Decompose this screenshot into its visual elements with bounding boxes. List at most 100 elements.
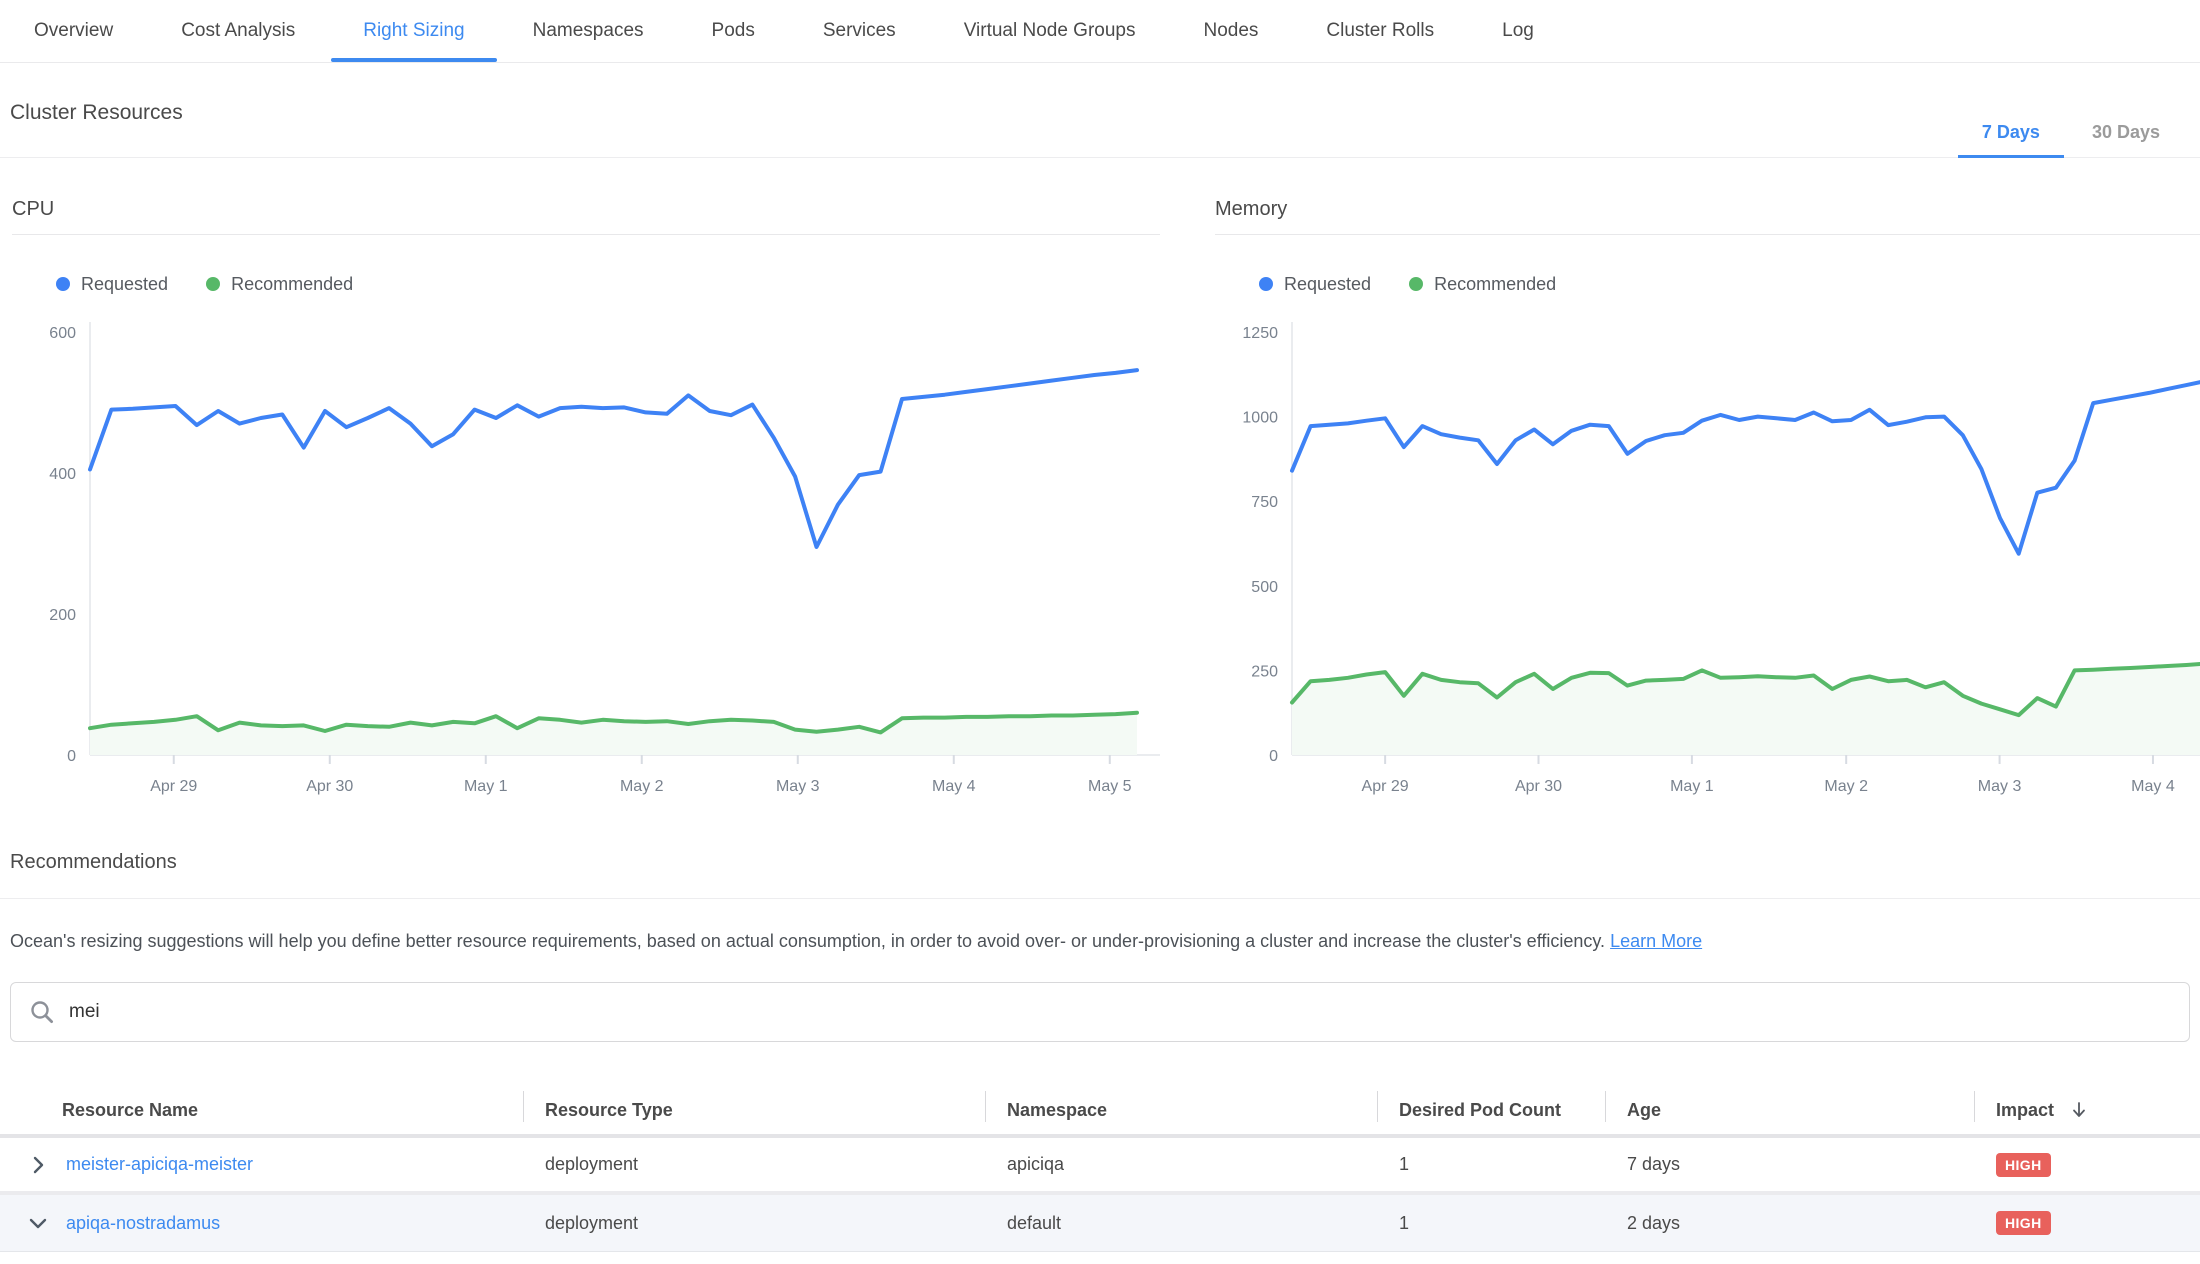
tab-overview[interactable]: Overview (0, 0, 147, 62)
col-header-age[interactable]: Age (1605, 1086, 1974, 1134)
svg-text:0: 0 (67, 748, 76, 765)
resource-type-cell: deployment (523, 1154, 985, 1175)
tab-cluster-rolls[interactable]: Cluster Rolls (1292, 0, 1468, 62)
age-cell: 7 days (1605, 1154, 1974, 1175)
tab-label: Overview (34, 20, 113, 42)
col-header-desired-pod-count[interactable]: Desired Pod Count (1377, 1086, 1605, 1134)
col-header-resource-type[interactable]: Resource Type (523, 1086, 985, 1134)
col-header-impact[interactable]: Impact (1974, 1086, 2200, 1134)
recommendations-table: Resource Name Resource Type Namespace De… (0, 1086, 2200, 1252)
learn-more-link[interactable]: Learn More (1610, 931, 1702, 951)
cpu-chart-panel: CPU Requested Recommended 0 200 400 600 Apr … (12, 198, 1160, 799)
memory-chart-panel: Memory Requested Recommended 02505007501… (1215, 198, 2200, 799)
resource-name-link[interactable]: meister-apiciqa-meister (66, 1154, 253, 1175)
description-text: Ocean's resizing suggestions will help y… (10, 931, 1605, 951)
legend-label: Recommended (1434, 274, 1556, 295)
svg-text:May 1: May 1 (1670, 778, 1714, 795)
cpu-chart-legend: Requested Recommended (56, 273, 1160, 295)
recommended-dot-icon (1409, 277, 1423, 291)
table-row[interactable]: meister-apiciqa-meister deployment apici… (0, 1138, 2200, 1195)
tab-log[interactable]: Log (1468, 0, 1568, 62)
desired-pod-count-cell: 1 (1377, 1213, 1605, 1234)
tab-virtual-node-groups[interactable]: Virtual Node Groups (930, 0, 1170, 62)
tab-right-sizing[interactable]: Right Sizing (329, 0, 498, 62)
svg-text:600: 600 (49, 325, 76, 342)
resource-name-link[interactable]: apiqa-nostradamus (66, 1213, 220, 1234)
svg-text:400: 400 (49, 466, 76, 483)
chevron-right-icon[interactable] (26, 1153, 50, 1177)
namespace-cell: default (985, 1213, 1377, 1234)
memory-chart-title: Memory (1215, 198, 2200, 235)
tab-nodes[interactable]: Nodes (1170, 0, 1293, 62)
legend-label: Requested (1284, 274, 1371, 295)
search-input[interactable] (69, 1001, 2171, 1023)
resource-type-cell: deployment (523, 1213, 985, 1234)
col-label: Resource Type (545, 1100, 673, 1121)
svg-text:1000: 1000 (1242, 410, 1278, 427)
legend-item-recommended[interactable]: Recommended (1409, 274, 1556, 295)
cluster-resources-title: Cluster Resources (10, 101, 183, 157)
desired-pod-count-cell: 1 (1377, 1154, 1605, 1175)
cpu-line-chart: 0200400600Apr 29Apr 30May 1May 2May 3May… (12, 307, 1160, 799)
tab-services[interactable]: Services (789, 0, 930, 62)
recommendations-header: Recommendations (0, 851, 2200, 899)
memory-line-chart: 025050075010001250Apr 29Apr 30May 1May 2… (1215, 307, 2200, 799)
svg-text:Apr 29: Apr 29 (150, 778, 197, 795)
namespace-cell: apiciqa (985, 1154, 1377, 1175)
svg-text:May 2: May 2 (620, 778, 664, 795)
recommendations-title: Recommendations (10, 851, 2200, 874)
legend-item-recommended[interactable]: Recommended (206, 274, 353, 295)
svg-text:May 3: May 3 (1978, 778, 2022, 795)
requested-dot-icon (56, 277, 70, 291)
table-row[interactable]: apiqa-nostradamus deployment default 1 2… (0, 1195, 2200, 1252)
svg-text:200: 200 (49, 607, 76, 624)
svg-text:May 4: May 4 (2131, 778, 2175, 795)
svg-text:500: 500 (1251, 579, 1278, 596)
tab-label: Virtual Node Groups (964, 20, 1136, 42)
tab-pods[interactable]: Pods (678, 0, 789, 62)
tab-label: Log (1502, 20, 1534, 42)
svg-text:May 4: May 4 (932, 778, 976, 795)
svg-text:250: 250 (1251, 663, 1278, 680)
tab-label: Cluster Rolls (1326, 20, 1434, 42)
recommended-dot-icon (206, 277, 220, 291)
tab-label: Right Sizing (363, 20, 464, 42)
range-30-days[interactable]: 30 Days (2066, 122, 2186, 157)
resource-name-cell: apiqa-nostradamus (0, 1211, 523, 1235)
col-label: Impact (1996, 1100, 2054, 1121)
col-header-namespace[interactable]: Namespace (985, 1086, 1377, 1134)
svg-text:750: 750 (1251, 494, 1278, 511)
tab-label: Nodes (1204, 20, 1259, 42)
tab-label: Services (823, 20, 896, 42)
memory-chart-legend: Requested Recommended (1259, 273, 2200, 295)
col-label: Namespace (1007, 1100, 1107, 1121)
impact-high-badge: HIGH (1996, 1153, 2051, 1177)
tab-label: Namespaces (533, 20, 644, 42)
chevron-down-icon[interactable] (26, 1211, 50, 1235)
svg-text:1250: 1250 (1242, 325, 1278, 342)
impact-high-badge: HIGH (1996, 1211, 2051, 1235)
tab-namespaces[interactable]: Namespaces (499, 0, 678, 62)
tab-label: Cost Analysis (181, 20, 295, 42)
time-range-toggle: 7 Days 30 Days (1956, 63, 2186, 157)
range-7-days[interactable]: 7 Days (1956, 122, 2066, 157)
age-cell: 2 days (1605, 1213, 1974, 1234)
top-tab-bar: Overview Cost Analysis Right Sizing Name… (0, 0, 2200, 63)
legend-label: Recommended (231, 274, 353, 295)
col-header-resource-name[interactable]: Resource Name (0, 1086, 523, 1134)
col-label: Resource Name (62, 1100, 198, 1121)
charts-row: CPU Requested Recommended 0 200 400 600 Apr … (0, 198, 2200, 799)
col-label: Age (1627, 1100, 1661, 1121)
cpu-chart-title: CPU (12, 198, 1160, 235)
col-label: Desired Pod Count (1399, 1100, 1561, 1121)
legend-item-requested[interactable]: Requested (1259, 274, 1371, 295)
sort-descending-icon[interactable] (2070, 1100, 2088, 1120)
legend-label: Requested (81, 274, 168, 295)
impact-cell: HIGH (1974, 1211, 2200, 1235)
search-icon (29, 999, 55, 1025)
table-header-row: Resource Name Resource Type Namespace De… (0, 1086, 2200, 1138)
range-label: 30 Days (2092, 122, 2160, 142)
legend-item-requested[interactable]: Requested (56, 274, 168, 295)
svg-text:Apr 29: Apr 29 (1362, 778, 1409, 795)
tab-cost-analysis[interactable]: Cost Analysis (147, 0, 329, 62)
